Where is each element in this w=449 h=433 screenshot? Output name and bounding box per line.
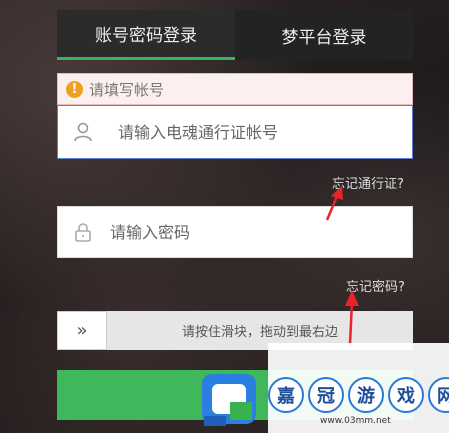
watermark-logo [202, 374, 256, 426]
watermark-brand: 嘉 冠 游 戏 网 [268, 377, 449, 413]
password-input[interactable] [108, 221, 392, 243]
watermark-char: 嘉 [268, 377, 304, 413]
tab-platform-login[interactable]: 梦平台登录 [235, 10, 413, 60]
tab-account-password[interactable]: 账号密码登录 [57, 10, 235, 60]
warning-icon: ! [66, 80, 83, 98]
account-field [57, 105, 413, 159]
error-text: 请填写帐号 [89, 80, 165, 99]
login-tabs: 账号密码登录 梦平台登录 [57, 10, 413, 60]
user-icon [58, 121, 108, 143]
watermark-char: 戏 [388, 377, 424, 413]
red-arrow-icon [325, 186, 343, 221]
watermark-char: 游 [348, 377, 384, 413]
red-arrow-icon [345, 290, 359, 344]
watermark-char: 冠 [308, 377, 344, 413]
watermark-char: 网 [428, 377, 449, 413]
slider-handle[interactable]: » [57, 311, 107, 350]
error-message: ! 请填写帐号 [57, 73, 413, 105]
account-input[interactable] [116, 121, 400, 143]
lock-icon [58, 221, 108, 243]
slider-hint: 请按住滑块，拖动到最右边 [181, 325, 338, 340]
password-field [57, 206, 413, 258]
watermark-url: www.03mm.net [320, 416, 391, 426]
